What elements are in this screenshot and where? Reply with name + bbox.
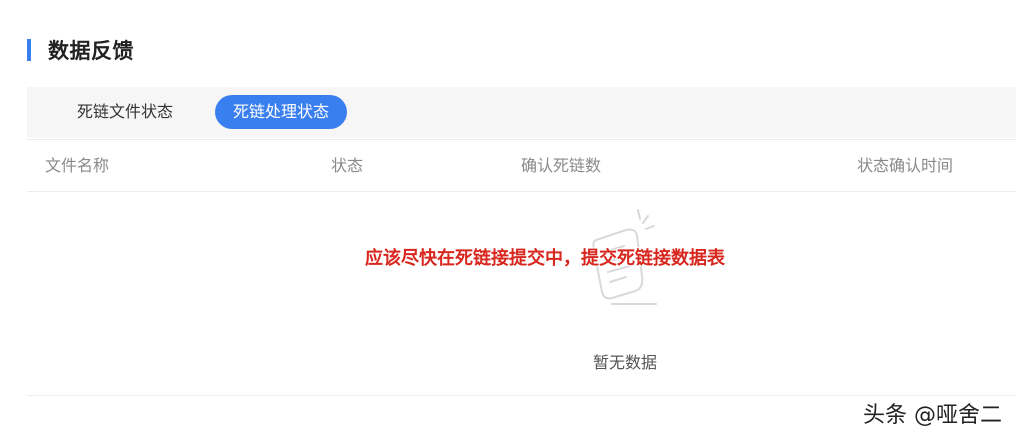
- column-header-status: 状态: [331, 156, 364, 175]
- tab-bar: 死链文件状态 死链处理状态: [27, 87, 1016, 138]
- column-header-status-confirm-time: 状态确认时间: [857, 156, 954, 175]
- page-title: 数据反馈: [48, 39, 134, 63]
- tab-dead-link-file-status[interactable]: 死链文件状态: [59, 95, 191, 129]
- tab-dead-link-processing-status[interactable]: 死链处理状态: [215, 95, 348, 129]
- table-bottom-divider: [27, 395, 1016, 396]
- column-header-confirmed-dead-links: 确认死链数: [521, 156, 602, 175]
- section-title: 数据反馈: [27, 36, 134, 64]
- table-header: 文件名称 状态 确认死链数 状态确认时间: [27, 139, 1016, 192]
- title-accent-bar: [27, 39, 31, 61]
- empty-state-text: 暂无数据: [592, 353, 657, 372]
- column-header-file-name: 文件名称: [45, 156, 110, 175]
- annotation-caption: 应该尽快在死链接提交中，提交死链接数据表: [365, 248, 725, 269]
- watermark: 头条 @哑舍二: [863, 403, 1002, 428]
